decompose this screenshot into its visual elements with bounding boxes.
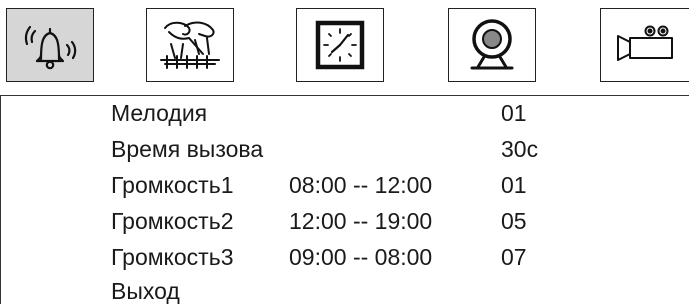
menu-row-label: Выход: [111, 278, 180, 304]
clock-tab-button[interactable]: [296, 8, 384, 82]
menu-row-label: Громкость3: [111, 244, 234, 270]
menu-row-volume-3[interactable]: Громкость3 09:00 -- 08:00 07: [1, 242, 689, 272]
camera-tab-button[interactable]: [448, 8, 536, 82]
menu-row-range: 09:00 -- 08:00: [289, 244, 433, 270]
settings-menu-panel: Мелодия 01 Время вызова 30с Громкость1 0…: [0, 95, 689, 304]
keys-tab-button[interactable]: [146, 8, 234, 82]
bell-icon: [24, 25, 77, 70]
menu-row-value: 07: [501, 244, 527, 270]
menu-row-value: 05: [501, 208, 527, 234]
menu-row-label: Громкость2: [111, 208, 234, 234]
bell-tab-button[interactable]: [6, 8, 94, 82]
menu-row-value: 01: [501, 100, 527, 126]
menu-row-range: 12:00 -- 19:00: [289, 208, 433, 234]
menu-row-label: Время вызова: [111, 136, 264, 162]
menu-row-volume-1[interactable]: Громкость1 08:00 -- 12:00 01: [1, 170, 689, 200]
menu-row-exit[interactable]: Выход: [1, 276, 689, 306]
icon-toolbar: [0, 0, 689, 92]
camera-eye-icon: [470, 19, 514, 70]
video-camera-icon: [617, 25, 673, 61]
menu-row-range: 08:00 -- 12:00: [289, 172, 433, 198]
menu-row-label: Громкость1: [111, 172, 234, 198]
menu-row-call-time[interactable]: Время вызова 30с: [1, 134, 689, 164]
menu-row-volume-2[interactable]: Громкость2 12:00 -- 19:00 05: [1, 206, 689, 236]
clock-icon: [315, 20, 365, 70]
menu-row-label: Мелодия: [111, 100, 208, 126]
keys-icon: [160, 21, 220, 69]
menu-row-melody[interactable]: Мелодия 01: [1, 98, 689, 128]
menu-row-value: 01: [501, 172, 527, 198]
menu-row-value: 30с: [501, 136, 539, 162]
video-tab-button[interactable]: [600, 8, 689, 82]
